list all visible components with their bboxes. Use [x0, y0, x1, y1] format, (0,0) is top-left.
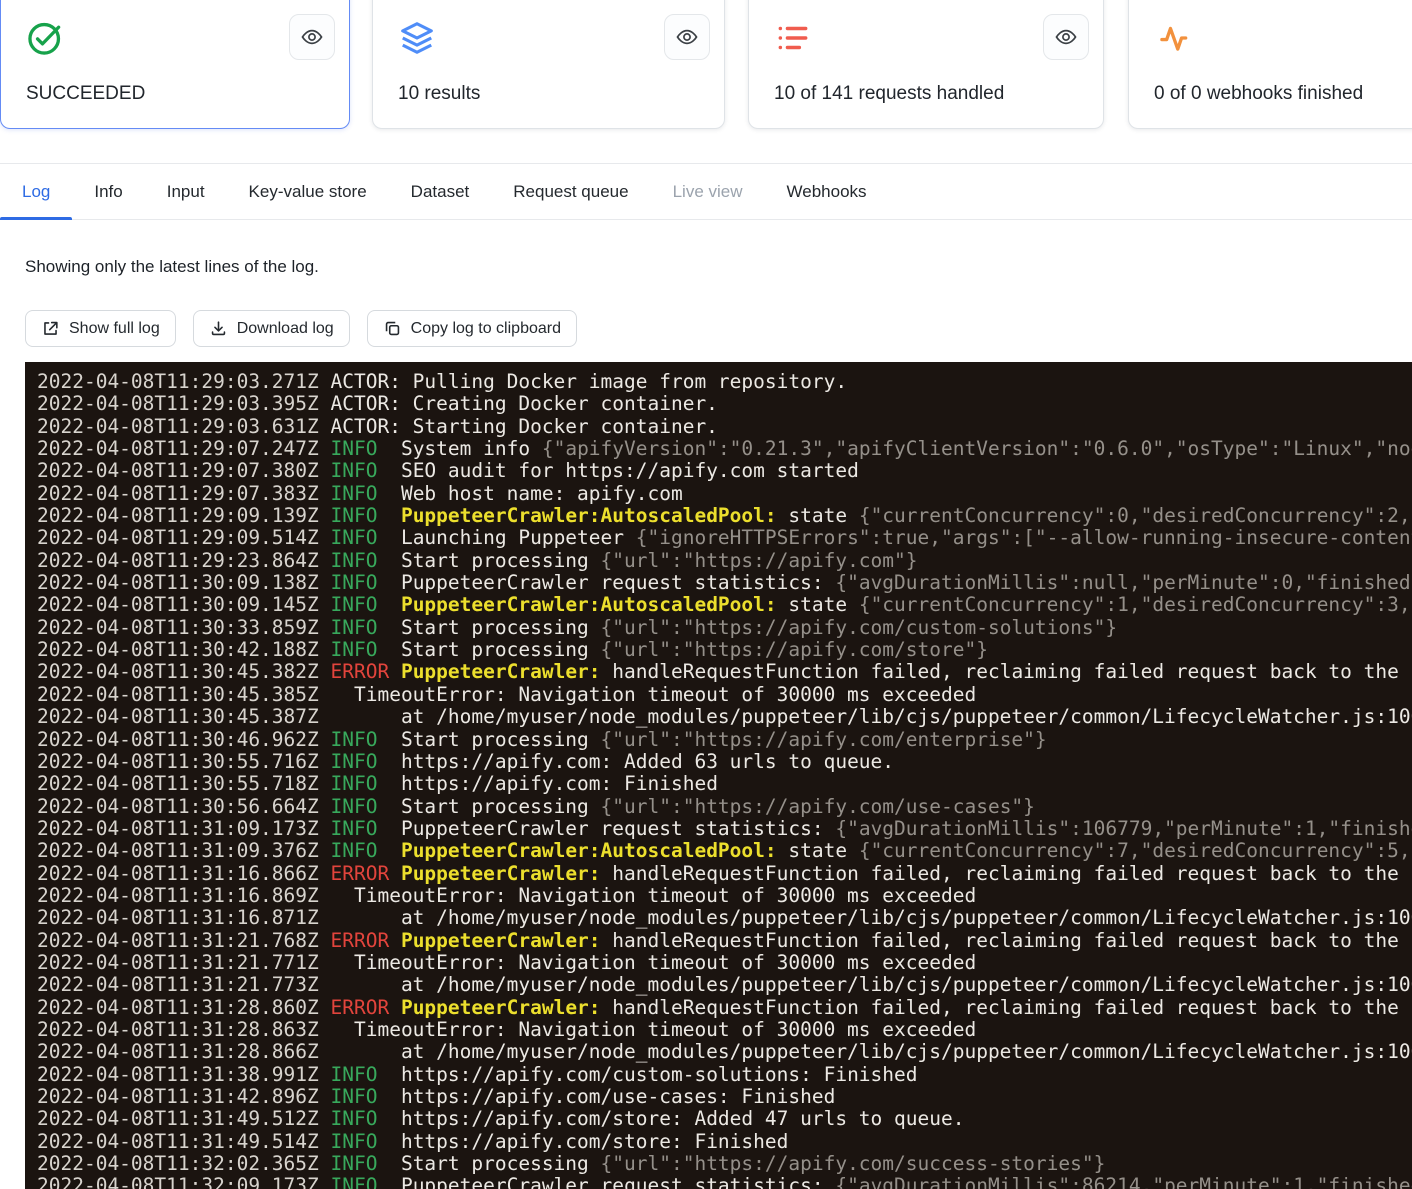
- copy-icon: [383, 319, 402, 338]
- log-line: 2022-04-08T11:31:21.771Z TimeoutError: N…: [37, 952, 1412, 974]
- results-card-view-button[interactable]: [664, 14, 710, 60]
- tab-webhooks[interactable]: Webhooks: [765, 164, 889, 219]
- requests-card-view-button[interactable]: [1043, 14, 1089, 60]
- log-line: 2022-04-08T11:30:09.138Z INFO PuppeteerC…: [37, 572, 1412, 594]
- requests-card[interactable]: 10 of 141 requests handled: [748, 0, 1104, 129]
- log-line: 2022-04-08T11:29:23.864Z INFO Start proc…: [37, 550, 1412, 572]
- log-line: 2022-04-08T11:29:09.139Z INFO PuppeteerC…: [37, 505, 1412, 527]
- log-line: 2022-04-08T11:30:42.188Z INFO Start proc…: [37, 639, 1412, 661]
- download-log-button[interactable]: Download log: [193, 310, 350, 347]
- log-line: 2022-04-08T11:31:42.896Z INFO https://ap…: [37, 1086, 1412, 1108]
- log-line: 2022-04-08T11:31:28.860Z ERROR Puppeteer…: [37, 997, 1412, 1019]
- log-line: 2022-04-08T11:31:09.376Z INFO PuppeteerC…: [37, 840, 1412, 862]
- button-label: Copy log to clipboard: [411, 320, 561, 338]
- layers-icon: [398, 19, 436, 57]
- log-line: 2022-04-08T11:32:09.173Z INFO PuppeteerC…: [37, 1175, 1412, 1189]
- log-line: 2022-04-08T11:29:07.383Z INFO Web host n…: [37, 483, 1412, 505]
- log-line: 2022-04-08T11:30:55.716Z INFO https://ap…: [37, 751, 1412, 773]
- eye-icon: [675, 25, 699, 49]
- list-icon: [774, 19, 812, 57]
- button-label: Download log: [237, 320, 334, 338]
- tab-dataset[interactable]: Dataset: [389, 164, 492, 219]
- log-line: 2022-04-08T11:31:28.863Z TimeoutError: N…: [37, 1019, 1412, 1041]
- external-link-icon: [41, 319, 60, 338]
- check-circle-icon: [26, 19, 64, 57]
- log-line: 2022-04-08T11:30:09.145Z INFO PuppeteerC…: [37, 594, 1412, 616]
- tab-info[interactable]: Info: [72, 164, 144, 219]
- log-line: 2022-04-08T11:31:38.991Z INFO https://ap…: [37, 1064, 1412, 1086]
- log-line: 2022-04-08T11:29:09.514Z INFO Launching …: [37, 527, 1412, 549]
- webhooks-card[interactable]: 0 of 0 webhooks finished: [1128, 0, 1412, 129]
- log-line: 2022-04-08T11:29:07.380Z INFO SEO audit …: [37, 460, 1412, 482]
- log-line: 2022-04-08T11:30:45.387Z at /home/myuser…: [37, 706, 1412, 728]
- log-line: 2022-04-08T11:31:09.173Z INFO PuppeteerC…: [37, 818, 1412, 840]
- log-note: Showing only the latest lines of the log…: [25, 257, 319, 277]
- run-status-cards: SUCCEEDED 10 results 10 of 141 requests ha…: [0, 0, 1412, 130]
- log-actions: Show full log Download log Copy log to cli…: [25, 310, 577, 347]
- status-card-label: SUCCEEDED: [26, 83, 145, 105]
- results-card-label: 10 results: [398, 83, 480, 105]
- pulse-icon: [1154, 19, 1192, 57]
- log-line: 2022-04-08T11:29:03.395Z ACTOR: Creating…: [37, 393, 1412, 415]
- run-tab-bar: LogInfoInputKey-value storeDatasetReques…: [0, 163, 1412, 220]
- log-line: 2022-04-08T11:31:21.768Z ERROR Puppeteer…: [37, 930, 1412, 952]
- eye-icon: [1054, 25, 1078, 49]
- requests-card-label: 10 of 141 requests handled: [774, 83, 1004, 105]
- log-line: 2022-04-08T11:31:16.871Z at /home/myuser…: [37, 907, 1412, 929]
- log-line: 2022-04-08T11:32:02.365Z INFO Start proc…: [37, 1153, 1412, 1175]
- log-line: 2022-04-08T11:31:21.773Z at /home/myuser…: [37, 974, 1412, 996]
- status-card-view-button[interactable]: [289, 14, 335, 60]
- log-line: 2022-04-08T11:31:49.512Z INFO https://ap…: [37, 1108, 1412, 1130]
- log-line: 2022-04-08T11:30:56.664Z INFO Start proc…: [37, 796, 1412, 818]
- show-full-log-button[interactable]: Show full log: [25, 310, 176, 347]
- tab-log[interactable]: Log: [0, 164, 72, 219]
- log-line: 2022-04-08T11:31:16.869Z TimeoutError: N…: [37, 885, 1412, 907]
- status-card[interactable]: SUCCEEDED: [0, 0, 350, 129]
- log-line: 2022-04-08T11:29:07.247Z INFO System inf…: [37, 438, 1412, 460]
- log-line: 2022-04-08T11:31:49.514Z INFO https://ap…: [37, 1131, 1412, 1153]
- webhooks-card-label: 0 of 0 webhooks finished: [1154, 83, 1363, 105]
- button-label: Show full log: [69, 320, 160, 338]
- download-icon: [209, 319, 228, 338]
- log-line: 2022-04-08T11:31:16.866Z ERROR Puppeteer…: [37, 863, 1412, 885]
- results-card[interactable]: 10 results: [372, 0, 725, 129]
- log-line: 2022-04-08T11:30:55.718Z INFO https://ap…: [37, 773, 1412, 795]
- log-output[interactable]: 2022-04-08T11:29:03.271Z ACTOR: Pulling …: [25, 362, 1412, 1189]
- log-line: 2022-04-08T11:30:45.385Z TimeoutError: N…: [37, 684, 1412, 706]
- tab-key-value-store[interactable]: Key-value store: [227, 164, 389, 219]
- tab-input[interactable]: Input: [145, 164, 227, 219]
- copy-log-to-clipboard-button[interactable]: Copy log to clipboard: [367, 310, 577, 347]
- log-line: 2022-04-08T11:30:45.382Z ERROR Puppeteer…: [37, 661, 1412, 683]
- log-line: 2022-04-08T11:30:33.859Z INFO Start proc…: [37, 617, 1412, 639]
- tab-live-view[interactable]: Live view: [651, 164, 765, 219]
- log-line: 2022-04-08T11:29:03.631Z ACTOR: Starting…: [37, 416, 1412, 438]
- log-line: 2022-04-08T11:30:46.962Z INFO Start proc…: [37, 729, 1412, 751]
- log-line: 2022-04-08T11:31:28.866Z at /home/myuser…: [37, 1041, 1412, 1063]
- eye-icon: [300, 25, 324, 49]
- tab-request-queue[interactable]: Request queue: [491, 164, 650, 219]
- log-line: 2022-04-08T11:29:03.271Z ACTOR: Pulling …: [37, 371, 1412, 393]
